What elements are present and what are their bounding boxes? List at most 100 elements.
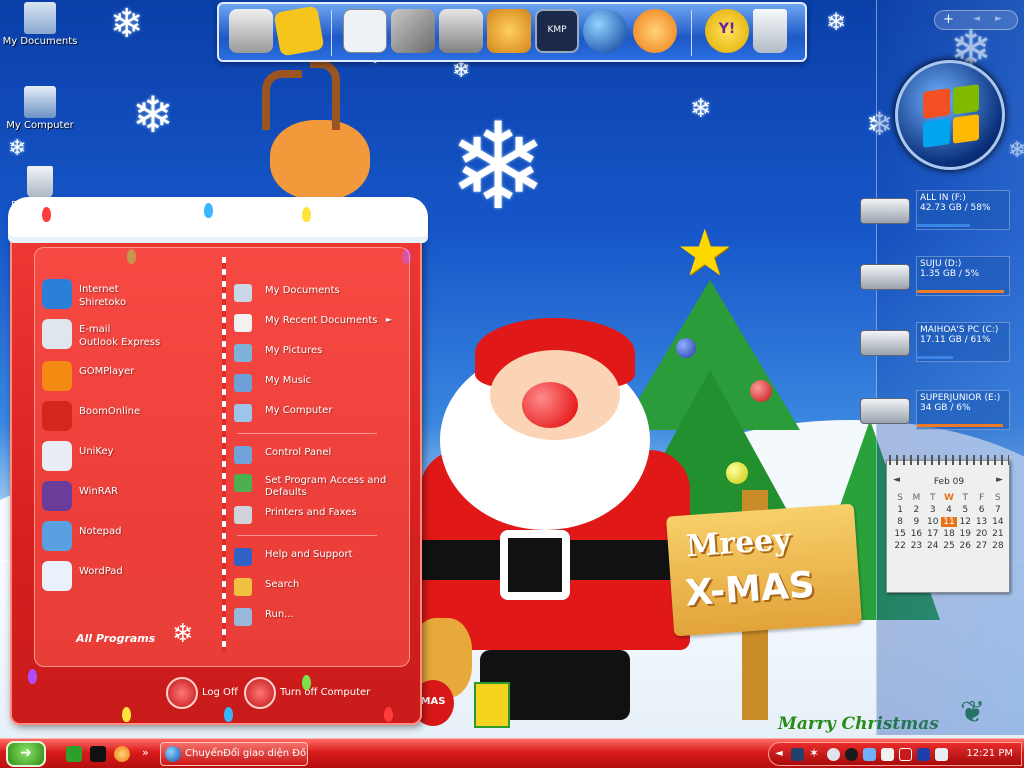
all-programs-button[interactable]: All Programs bbox=[76, 632, 155, 645]
calendar-day[interactable]: 15 bbox=[892, 529, 908, 539]
calendar-day[interactable]: 14 bbox=[990, 517, 1006, 527]
clock[interactable]: 12:21 PM bbox=[966, 748, 1013, 759]
place-item-control-panel[interactable]: Control Panel bbox=[234, 444, 404, 466]
calendar-day[interactable]: 5 bbox=[957, 505, 973, 515]
pinned-item-unikey[interactable]: UniKey bbox=[42, 439, 222, 473]
taskbar-window-button[interactable]: ChuyểnĐổi giao diện Đồ... bbox=[160, 742, 308, 766]
pinned-item-internet[interactable]: Internet Shiretoko bbox=[42, 277, 222, 311]
my-music-icon bbox=[234, 374, 252, 392]
recycle-bin-icon[interactable] bbox=[753, 9, 787, 53]
volume-tray-icon[interactable] bbox=[827, 748, 840, 761]
pinned-item-notepad[interactable]: Notepad bbox=[42, 519, 222, 553]
tools-icon[interactable] bbox=[391, 9, 435, 53]
calendar-day[interactable]: 6 bbox=[973, 505, 989, 515]
drive-gadget-e[interactable]: SUPERJUNIOR (E:) 34 GB / 6% bbox=[860, 390, 1010, 432]
gom-player-icon[interactable] bbox=[633, 9, 677, 53]
ornament bbox=[676, 338, 696, 358]
pinned-item-wordpad[interactable]: WordPad bbox=[42, 559, 222, 593]
sync-tray-icon[interactable] bbox=[845, 748, 858, 761]
place-item-my-recent-documents[interactable]: My Recent Documents ► bbox=[234, 312, 404, 334]
light-bulb-decoration bbox=[42, 207, 51, 222]
kmp-player-icon[interactable]: KMP bbox=[535, 9, 579, 53]
network-tray-icon[interactable] bbox=[863, 748, 876, 761]
calendar-gadget[interactable]: ◄ Feb 09 ► S M T W T F S 1 2 3 4 5 6 7 8 9 10 11 12 13 14 15 1… bbox=[886, 455, 1010, 593]
place-item-my-documents[interactable]: My Documents bbox=[234, 282, 404, 304]
sidebar-next-button[interactable]: ► bbox=[995, 14, 1002, 24]
language-tray-icon[interactable] bbox=[935, 748, 948, 761]
sidebar-add-button[interactable]: + bbox=[943, 12, 954, 27]
drive-usage-bar bbox=[917, 424, 1004, 427]
sign-line-2: X-MAS bbox=[684, 564, 816, 615]
place-item-my-music[interactable]: My Music bbox=[234, 372, 404, 394]
calendar-day[interactable]: 9 bbox=[908, 517, 924, 527]
windows-orb[interactable] bbox=[895, 60, 1005, 170]
unikey-icon[interactable] bbox=[343, 9, 387, 53]
place-item-my-pictures[interactable]: My Pictures bbox=[234, 342, 404, 364]
calendar-day[interactable]: 13 bbox=[973, 517, 989, 527]
sidebar-controls: + ◄ ► bbox=[934, 10, 1018, 30]
quick-launch-more[interactable]: » bbox=[142, 746, 149, 759]
calendar-next-button[interactable]: ► bbox=[996, 475, 1003, 485]
globe-icon[interactable] bbox=[583, 9, 627, 53]
security-tray-icon[interactable] bbox=[899, 748, 912, 761]
pinned-item-label: WordPad bbox=[79, 566, 123, 577]
calendar-day[interactable]: 16 bbox=[908, 529, 924, 539]
camera-icon[interactable] bbox=[439, 9, 483, 53]
drive-gadget-f[interactable]: ALL IN (F:) 42.73 GB / 58% bbox=[860, 190, 1010, 232]
shield-tray-icon[interactable] bbox=[881, 748, 894, 761]
start-button[interactable]: ➜ bbox=[6, 741, 46, 767]
drive-gadget-c[interactable]: MAIHOA'S PC (C:) 17.11 GB / 61% bbox=[860, 322, 1010, 364]
place-item-help-and-support[interactable]: Help and Support bbox=[234, 546, 404, 568]
my-computer-icon bbox=[234, 404, 252, 422]
tray-expand-arrow[interactable]: ◄ bbox=[775, 748, 783, 759]
calendar-day[interactable]: 21 bbox=[990, 529, 1006, 539]
pinned-item-gomplayer[interactable]: GOMPlayer bbox=[42, 359, 222, 393]
kmp-tray-icon[interactable] bbox=[791, 748, 804, 761]
calendar-day[interactable]: 26 bbox=[957, 541, 973, 551]
calendar-day[interactable]: 11 bbox=[940, 517, 958, 527]
paint-icon[interactable] bbox=[487, 9, 531, 53]
calendar-day[interactable]: 4 bbox=[941, 505, 957, 515]
calendar-day[interactable]: 1 bbox=[892, 505, 908, 515]
pinned-item-e-mail[interactable]: E-mail Outlook Express bbox=[42, 317, 222, 351]
yahoo-messenger-icon[interactable]: Y! bbox=[705, 9, 749, 53]
calendar-day[interactable]: 12 bbox=[957, 517, 973, 527]
calendar-day[interactable]: 8 bbox=[892, 517, 908, 527]
pinned-item-winrar[interactable]: WinRAR bbox=[42, 479, 222, 513]
calendar-weekday: S bbox=[897, 493, 903, 503]
place-item-search[interactable]: Search bbox=[234, 576, 404, 598]
calendar-day[interactable]: 28 bbox=[990, 541, 1006, 551]
calendar-day[interactable]: 22 bbox=[892, 541, 908, 551]
calendar-day[interactable]: 24 bbox=[925, 541, 941, 551]
calendar-day[interactable]: 20 bbox=[973, 529, 989, 539]
drive-gadget-d[interactable]: SUJU (D:) 1.35 GB / 5% bbox=[860, 256, 1010, 298]
dictionary-icon[interactable] bbox=[273, 5, 325, 57]
star-tray-icon[interactable]: ✶ bbox=[809, 746, 822, 760]
monitor-tray-icon[interactable] bbox=[917, 748, 930, 761]
media-quick-icon[interactable] bbox=[90, 746, 106, 762]
calendar-day[interactable]: 27 bbox=[973, 541, 989, 551]
calendar-day[interactable]: 23 bbox=[908, 541, 924, 551]
gom-quick-icon[interactable] bbox=[114, 746, 130, 762]
calendar-day[interactable]: 17 bbox=[925, 529, 941, 539]
calendar-day[interactable]: 18 bbox=[941, 529, 957, 539]
calendar-day[interactable]: 10 bbox=[925, 517, 941, 527]
place-item-my-computer[interactable]: My Computer bbox=[234, 402, 404, 424]
system-icon[interactable] bbox=[229, 9, 273, 53]
drive-info: SUJU (D:) 1.35 GB / 5% bbox=[916, 256, 1010, 296]
desktop-icon-my-documents[interactable]: My Documents bbox=[0, 2, 80, 47]
place-item-run-[interactable]: Run... bbox=[234, 606, 404, 628]
place-item-printers-and-faxes[interactable]: Printers and Faxes bbox=[234, 504, 404, 526]
place-item-set-program-access-and[interactable]: Set Program Access and Defaults bbox=[234, 472, 404, 498]
sidebar-prev-button[interactable]: ◄ bbox=[973, 14, 980, 24]
pinned-item-boomonline[interactable]: BoomOnline bbox=[42, 399, 222, 433]
calendar-day[interactable]: 7 bbox=[990, 505, 1006, 515]
calendar-day[interactable]: 3 bbox=[925, 505, 941, 515]
place-item-label: My Recent Documents bbox=[265, 315, 378, 326]
desktop-icon-my-computer[interactable]: My Computer bbox=[0, 86, 80, 131]
calendar-day[interactable]: 19 bbox=[957, 529, 973, 539]
calendar-day[interactable]: 25 bbox=[941, 541, 957, 551]
calendar-day[interactable]: 2 bbox=[908, 505, 924, 515]
drive-info: MAIHOA'S PC (C:) 17.11 GB / 61% bbox=[916, 322, 1010, 362]
unikey-quick-icon[interactable] bbox=[66, 746, 82, 762]
